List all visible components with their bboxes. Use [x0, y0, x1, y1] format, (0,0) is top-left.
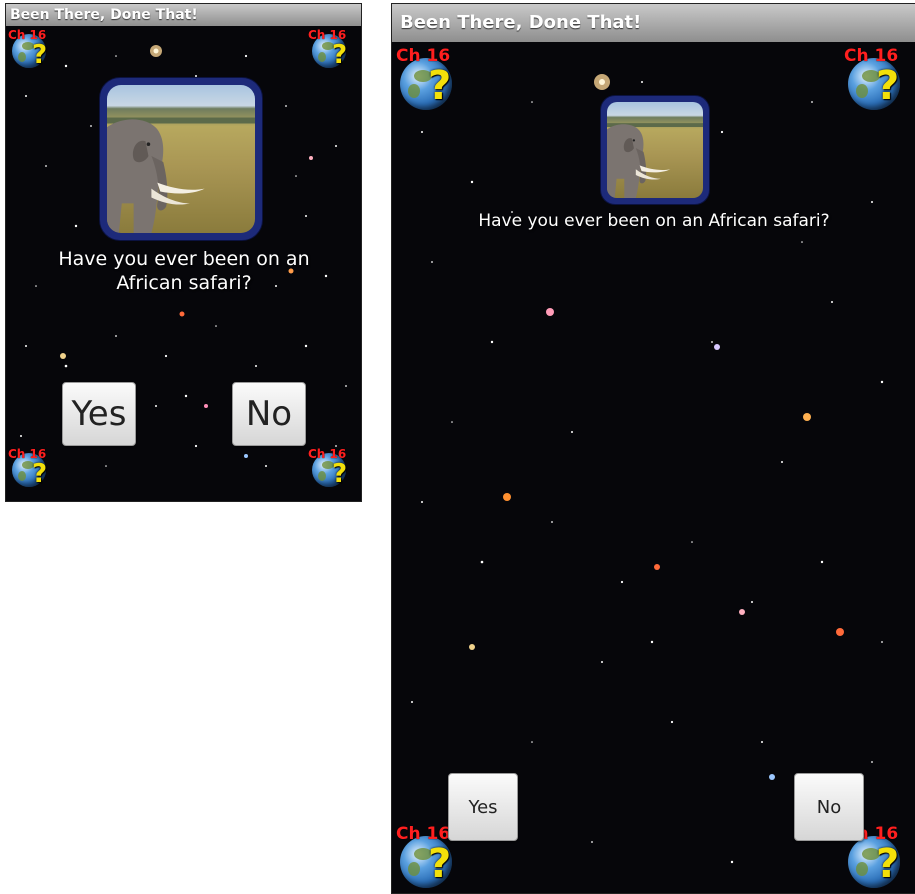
question-text: Have you ever been on an African safari?: [478, 211, 830, 231]
chapter-label: Ch 16: [8, 447, 47, 461]
question-mark-icon: ?: [876, 63, 900, 109]
elephant-image: [107, 85, 255, 233]
globe-land: [856, 862, 868, 876]
question-mark-icon: ?: [332, 40, 348, 70]
chapter-label: Ch 16: [8, 28, 47, 42]
app-title: Been There, Done That!: [400, 12, 642, 33]
question-mark-icon: ?: [876, 841, 900, 887]
chapter-label: Ch 16: [844, 46, 899, 66]
elephant-icon: [107, 117, 255, 233]
app-title-bar: Been There, Done That!: [6, 4, 361, 26]
globe-land: [18, 52, 26, 62]
question-mark-icon: ?: [32, 40, 48, 70]
corner-badge-bottom-right: ? Ch 16: [308, 447, 352, 491]
corner-badge-top-right: ? Ch 16: [308, 28, 352, 72]
globe-land: [856, 84, 868, 98]
globe-land: [318, 52, 326, 62]
question-mark-icon: ?: [32, 459, 48, 489]
corner-badge-top-left: ? Ch 16: [8, 28, 52, 72]
elephant-image: [607, 102, 703, 198]
corner-badge-top-left: ? Ch 16: [394, 44, 458, 114]
question-mark-icon: ?: [428, 63, 452, 109]
question-mark-icon: ?: [428, 841, 452, 887]
elephant-icon: [607, 123, 703, 198]
yes-button[interactable]: Yes: [448, 773, 518, 841]
corner-badge-top-right: ? Ch 16: [842, 44, 906, 114]
yes-button[interactable]: Yes: [62, 382, 136, 446]
no-button[interactable]: No: [232, 382, 306, 446]
chapter-label: Ch 16: [308, 28, 347, 42]
app-title-bar: Been There, Done That!: [392, 4, 915, 42]
corner-badge-bottom-left: ? Ch 16: [8, 447, 52, 491]
globe-land: [18, 471, 26, 481]
chapter-label: Ch 16: [396, 824, 451, 844]
globe-land: [408, 862, 420, 876]
globe-land: [318, 471, 326, 481]
chapter-label: Ch 16: [308, 447, 347, 461]
chapter-label: Ch 16: [396, 46, 451, 66]
safari-image-frame: [100, 78, 262, 240]
screen-large: Been There, Done That! ? Ch 16 ? Ch 16 ?…: [391, 3, 915, 894]
app-title: Been There, Done That!: [10, 7, 198, 23]
no-button[interactable]: No: [794, 773, 864, 841]
screen-small: Been There, Done That! ? Ch 16 ? Ch 16 ?…: [5, 3, 362, 502]
safari-image-frame: [601, 96, 709, 204]
globe-land: [408, 84, 420, 98]
question-text: Have you ever been on an African safari?: [58, 248, 310, 294]
question-mark-icon: ?: [332, 459, 348, 489]
